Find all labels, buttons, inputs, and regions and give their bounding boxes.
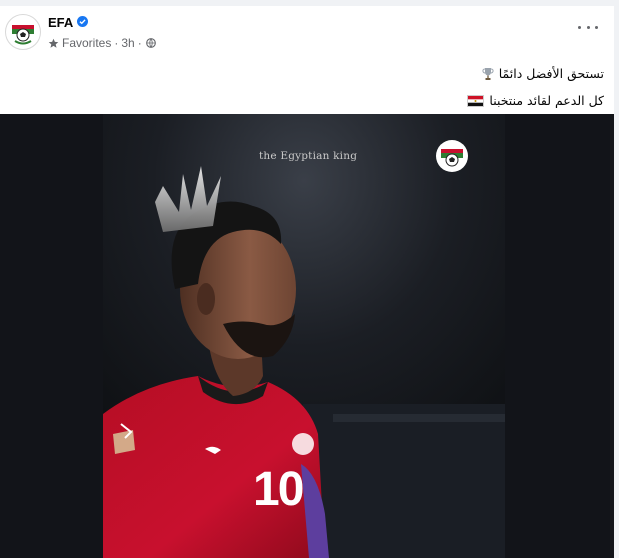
feed-post: EFA Favorites · 3h · تستحق الأفضل دائمًا — [0, 6, 614, 558]
egypt-flag-icon — [467, 94, 485, 107]
meta-separator: · — [114, 36, 119, 50]
verified-badge-icon — [77, 16, 88, 27]
efa-logo-icon — [7, 16, 39, 48]
caption-line: تستحق الأفضل دائمًا — [467, 60, 604, 87]
efa-avatar[interactable] — [5, 14, 41, 50]
jersey-number: 10 — [253, 463, 304, 516]
favorites-label[interactable]: Favorites — [62, 36, 111, 50]
trophy-icon — [482, 67, 494, 80]
post-caption: تستحق الأفضل دائمًا كل الدعم لقائد منتخب… — [467, 60, 604, 114]
post-author-name[interactable]: EFA — [48, 15, 73, 30]
caption-text-2: كل الدعم لقائد منتخبنا — [489, 92, 604, 108]
post-header: EFA Favorites · 3h · — [0, 6, 614, 54]
post-image[interactable]: the Egyptian king 10 — [0, 114, 614, 558]
more-options-button[interactable] — [578, 20, 598, 34]
post-timestamp[interactable]: 3h — [121, 36, 134, 50]
post-meta: Favorites · 3h · — [48, 36, 156, 50]
player-photo-illustration — [103, 114, 505, 558]
efa-badge-icon — [436, 140, 468, 172]
meta-separator: · — [137, 36, 142, 50]
more-options-icon — [578, 25, 581, 29]
caption-text-1: تستحق الأفضل دائمًا — [498, 65, 604, 81]
caption-line: كل الدعم لقائد منتخبنا — [467, 87, 604, 114]
star-icon — [48, 38, 59, 48]
player-photo: the Egyptian king 10 — [103, 114, 505, 558]
photo-watermark: the Egyptian king — [259, 150, 358, 162]
globe-icon — [145, 38, 156, 48]
